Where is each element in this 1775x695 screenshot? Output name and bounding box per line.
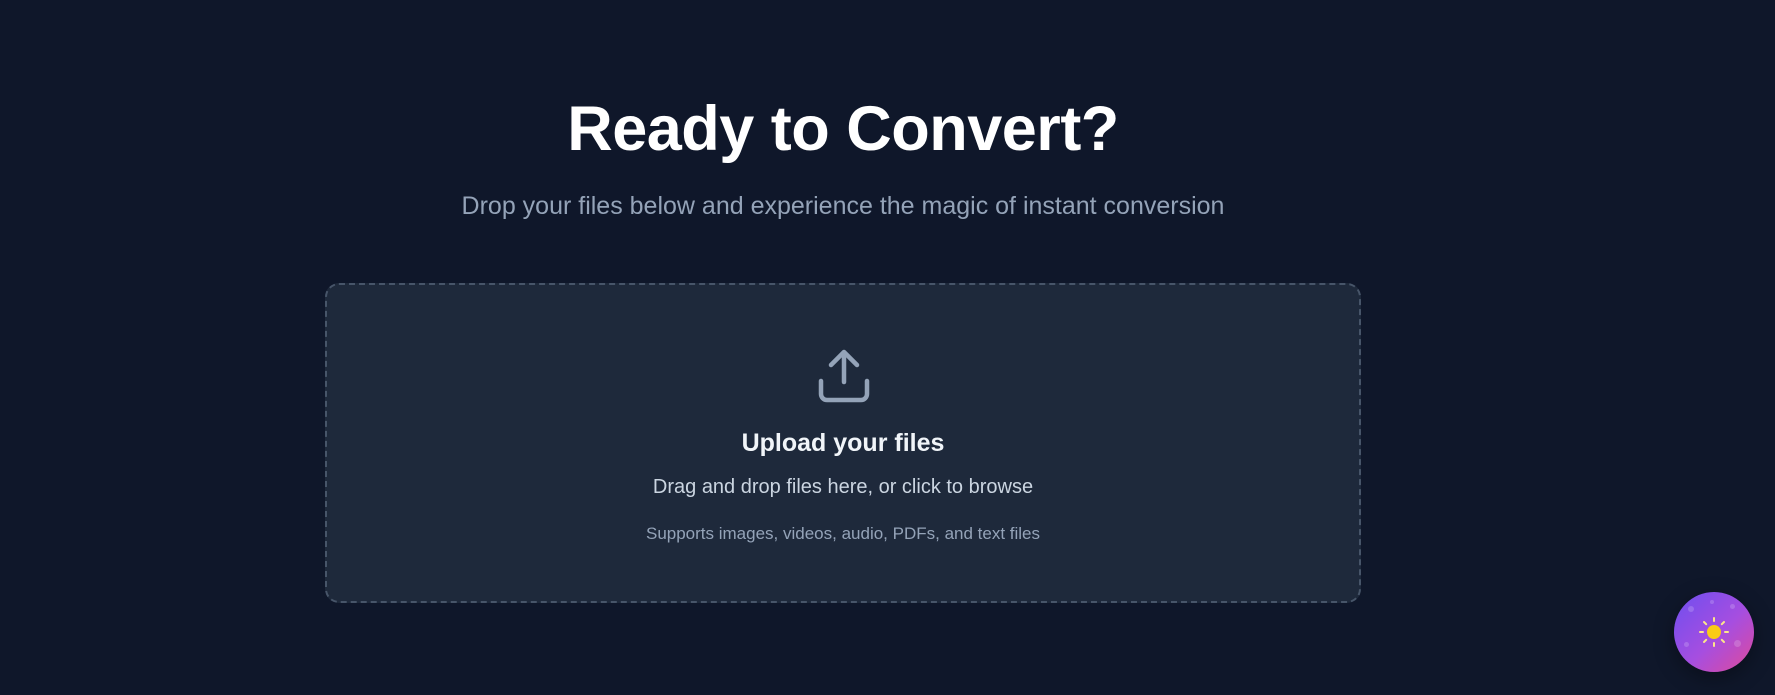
toggle-sparkle — [1684, 642, 1689, 647]
sun-icon — [1699, 617, 1729, 647]
dropzone-instruction: Drag and drop files here, or click to br… — [652, 476, 1034, 498]
dropzone-supported-formats: Supports images, videos, audio, PDFs, an… — [645, 524, 1041, 543]
toggle-sparkle — [1730, 604, 1735, 609]
page-title: Ready to Convert? — [567, 94, 1119, 164]
upload-icon — [818, 349, 870, 403]
file-dropzone[interactable]: Upload your files Drag and drop files he… — [325, 283, 1361, 603]
toggle-sparkle — [1734, 640, 1741, 647]
page-subtitle: Drop your files below and experience the… — [461, 192, 1225, 220]
toggle-sparkle — [1710, 600, 1714, 604]
theme-toggle-button[interactable] — [1674, 592, 1754, 672]
toggle-sparkle — [1688, 606, 1694, 612]
dropzone-title: Upload your files — [741, 429, 945, 457]
page: Ready to Convert? Drop your files below … — [0, 0, 1775, 695]
